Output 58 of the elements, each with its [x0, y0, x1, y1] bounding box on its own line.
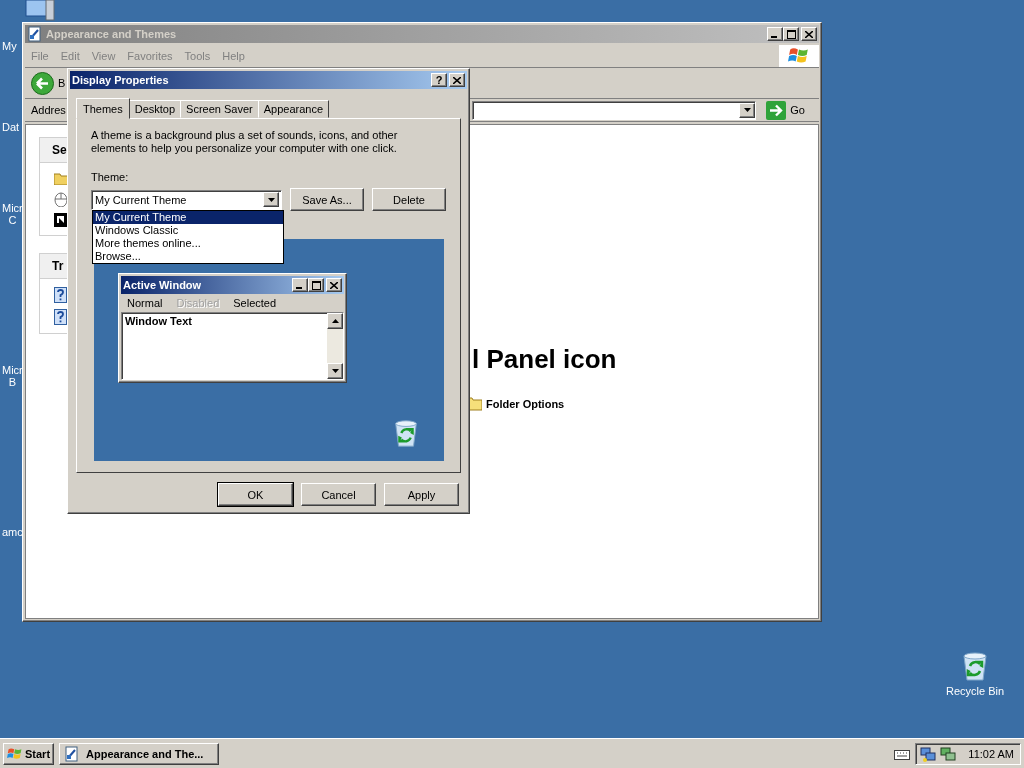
- dropdown-option[interactable]: My Current Theme: [93, 211, 283, 224]
- task-pane-title: Tr: [52, 259, 64, 273]
- address-label: Addres: [31, 104, 66, 116]
- desktop-icon-label[interactable]: Dat: [2, 121, 20, 133]
- dialog-title: Display Properties: [72, 74, 170, 86]
- desktop-icon-label[interactable]: Micr C: [2, 202, 23, 226]
- dialog-button[interactable]: OK: [218, 483, 293, 506]
- help-icon: [54, 309, 67, 325]
- back-label[interactable]: B: [58, 77, 66, 89]
- dialog-button[interactable]: Cancel: [301, 483, 376, 506]
- help-icon: [54, 287, 67, 303]
- down-arrow-icon: [267, 197, 275, 202]
- folder-options-link[interactable]: Folder Options: [486, 398, 565, 410]
- dialog-button[interactable]: Apply: [384, 483, 459, 506]
- dropdown-option[interactable]: Windows Classic: [93, 224, 283, 237]
- dropdown-option[interactable]: More themes online...: [93, 237, 283, 250]
- tab[interactable]: Appearance: [257, 100, 330, 118]
- description-text: A theme is a background plus a set of sounds, icons, and other elements to help you personalize your computer with one click.: [91, 129, 399, 155]
- start-button[interactable]: Start: [3, 742, 55, 765]
- window-text: Window Text: [124, 314, 193, 329]
- dropdown-button[interactable]: [263, 192, 279, 207]
- theme-label: Theme:: [91, 171, 130, 183]
- windows-logo-icon: [7, 745, 23, 762]
- desktop-icon-label[interactable]: amc: [2, 526, 23, 538]
- desktop-icon-label[interactable]: Micr B: [2, 364, 23, 388]
- up-arrow-icon: [331, 319, 339, 323]
- window-title: Appearance and Themes: [46, 28, 178, 40]
- down-arrow-icon: [331, 369, 339, 373]
- task-pane-title: Se: [52, 143, 67, 157]
- maximize-icon: [786, 29, 796, 39]
- close-icon: [453, 76, 461, 84]
- page-heading: l Panel icon: [472, 344, 617, 375]
- clock[interactable]: 11:02 AM: [968, 747, 1014, 760]
- close-button[interactable]: [449, 73, 465, 87]
- network-icon[interactable]: [940, 745, 957, 762]
- dropdown-option[interactable]: Browse...: [93, 250, 283, 263]
- computer-icon[interactable]: [24, 0, 56, 22]
- down-arrow-icon: [743, 108, 751, 112]
- network-icon[interactable]: [920, 745, 937, 762]
- desktop-icon-label[interactable]: My: [2, 40, 17, 52]
- theme-dropdown[interactable]: My Current Theme: [91, 189, 282, 210]
- help-button[interactable]: ?: [431, 73, 447, 87]
- close-icon: [805, 30, 813, 38]
- tab[interactable]: Screen Saver: [180, 100, 259, 118]
- address-field[interactable]: [471, 100, 757, 120]
- dropdown-button[interactable]: [739, 102, 756, 118]
- taskbar-button[interactable]: Appearance and The...: [59, 742, 220, 765]
- control-panel-icon: [64, 745, 81, 762]
- theme-button[interactable]: Delete: [372, 188, 446, 211]
- desktop-icon-label[interactable]: Recycle Bin: [945, 685, 1005, 697]
- control-panel-icon: [27, 26, 43, 42]
- go-button[interactable]: Go: [762, 100, 819, 120]
- theme-button[interactable]: Save As...: [290, 188, 364, 211]
- tab[interactable]: Desktop: [128, 100, 182, 118]
- preview-window-title: Active Window: [123, 279, 203, 291]
- keyboard-icon[interactable]: [894, 747, 911, 760]
- tab[interactable]: Themes: [76, 98, 130, 119]
- close-icon: [330, 281, 338, 289]
